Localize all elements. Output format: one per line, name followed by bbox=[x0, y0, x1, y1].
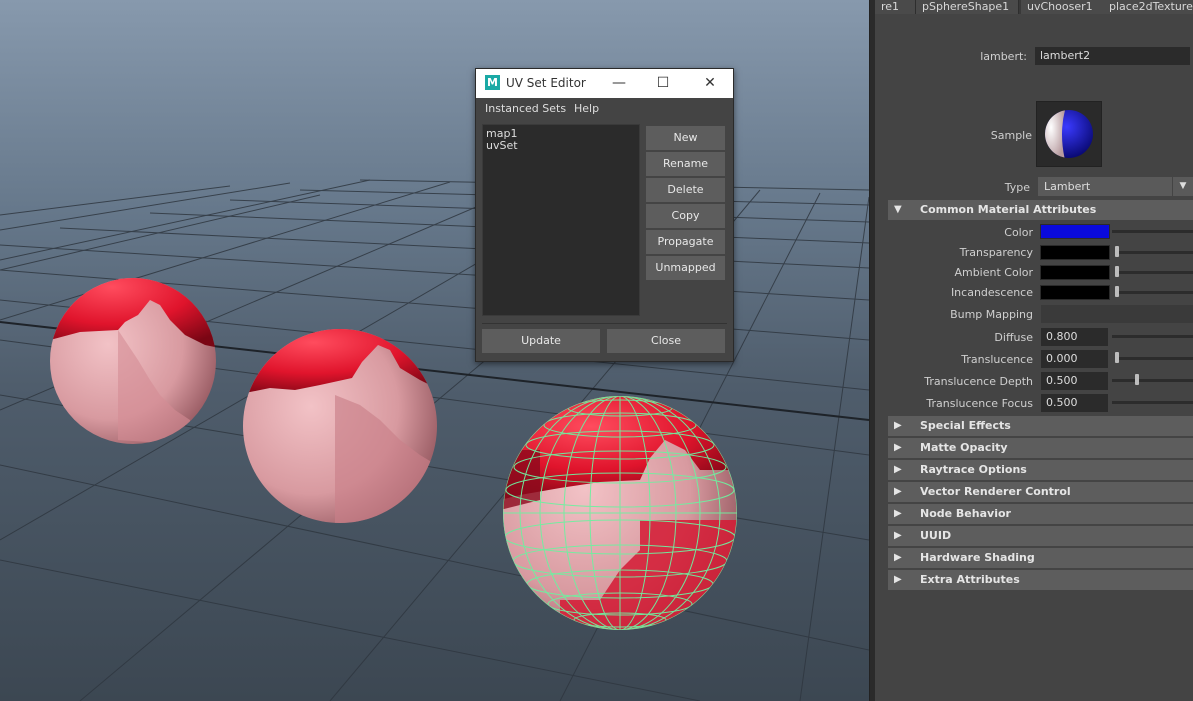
sample-sphere-icon bbox=[1045, 110, 1093, 158]
expanded-arrow-icon: ▼ bbox=[894, 204, 902, 215]
translucence-focus-field[interactable]: 0.500 bbox=[1041, 394, 1108, 412]
incandescence-swatch[interactable] bbox=[1040, 285, 1110, 300]
translucence-depth-field[interactable]: 0.500 bbox=[1041, 372, 1108, 390]
unmapped-button[interactable]: Unmapped bbox=[646, 256, 725, 280]
section-title: Matte Opacity bbox=[920, 441, 1008, 454]
diffuse-field[interactable]: 0.800 bbox=[1041, 328, 1108, 346]
maya-logo-icon: M bbox=[485, 75, 500, 90]
collapsed-arrow-icon: ▶ bbox=[894, 442, 902, 453]
section-title: Extra Attributes bbox=[920, 573, 1020, 586]
type-dropdown-value: Lambert bbox=[1044, 180, 1091, 193]
color-slider[interactable] bbox=[1112, 230, 1193, 233]
bump-mapping-label: Bump Mapping bbox=[950, 308, 1033, 321]
sample-label: Sample bbox=[990, 129, 1032, 142]
new-button[interactable]: New bbox=[646, 126, 725, 150]
minimize-icon[interactable]: — bbox=[604, 69, 634, 98]
diffuse-slider[interactable] bbox=[1112, 335, 1193, 338]
delete-button[interactable]: Delete bbox=[646, 178, 725, 202]
section-title: Special Effects bbox=[920, 419, 1011, 432]
update-button[interactable]: Update bbox=[482, 329, 600, 353]
attribute-editor: re1 pSphereShape1 uvChooser1 place2dText… bbox=[875, 0, 1193, 701]
viewport-scene bbox=[0, 179, 869, 701]
transparency-label: Transparency bbox=[959, 246, 1033, 259]
translucence-depth-slider[interactable] bbox=[1112, 379, 1193, 382]
incandescence-slider-knob[interactable] bbox=[1115, 286, 1119, 297]
tab-re1[interactable]: re1 bbox=[875, 0, 916, 14]
diffuse-label: Diffuse bbox=[994, 331, 1033, 344]
transparency-slider-knob[interactable] bbox=[1115, 246, 1119, 257]
transparency-swatch[interactable] bbox=[1040, 245, 1110, 260]
section-node-behavior[interactable]: ▶ Node Behavior bbox=[888, 504, 1193, 524]
menu-instanced-sets[interactable]: Instanced Sets bbox=[485, 98, 566, 120]
type-dropdown[interactable]: Lambert ▼ bbox=[1038, 177, 1193, 196]
window-title: UV Set Editor bbox=[506, 76, 586, 90]
collapsed-arrow-icon: ▶ bbox=[894, 508, 902, 519]
section-hardware-shading[interactable]: ▶ Hardware Shading bbox=[888, 548, 1193, 568]
maximize-icon[interactable]: ☐ bbox=[648, 69, 678, 98]
section-title: Vector Renderer Control bbox=[920, 485, 1071, 498]
lambert-name-field[interactable]: lambert2 bbox=[1035, 47, 1190, 65]
lambert-label: lambert: bbox=[980, 50, 1027, 63]
uv-set-editor-window: M UV Set Editor — ☐ ✕ Instanced Sets Hel… bbox=[475, 68, 734, 362]
translucence-label: Translucence bbox=[961, 353, 1033, 366]
collapsed-arrow-icon: ▶ bbox=[894, 464, 902, 475]
translucence-focus-label: Translucence Focus bbox=[926, 397, 1033, 410]
ambient-color-label: Ambient Color bbox=[954, 266, 1033, 279]
translucence-focus-slider[interactable] bbox=[1112, 401, 1193, 404]
propagate-button[interactable]: Propagate bbox=[646, 230, 725, 254]
tab-place2dtexture[interactable]: place2dTexture bbox=[1103, 0, 1193, 14]
section-uuid[interactable]: ▶ UUID bbox=[888, 526, 1193, 546]
section-title: UUID bbox=[920, 529, 952, 542]
node-tabs: re1 pSphereShape1 uvChooser1 place2dText… bbox=[875, 0, 1193, 14]
3d-viewport[interactable]: M UV Set Editor — ☐ ✕ Instanced Sets Hel… bbox=[0, 0, 869, 701]
close-button[interactable]: Close bbox=[607, 329, 725, 353]
section-title: Common Material Attributes bbox=[920, 203, 1097, 216]
type-label: Type bbox=[1004, 181, 1030, 194]
collapsed-arrow-icon: ▶ bbox=[894, 530, 902, 541]
copy-button[interactable]: Copy bbox=[646, 204, 725, 228]
uv-set-list[interactable]: map1 uvSet bbox=[482, 124, 640, 316]
translucence-slider[interactable] bbox=[1115, 357, 1193, 360]
divider bbox=[482, 323, 727, 324]
material-sample-swatch bbox=[1036, 101, 1102, 167]
sphere-3-selected bbox=[503, 396, 737, 630]
uv-editor-titlebar[interactable]: M UV Set Editor — ☐ ✕ bbox=[476, 69, 733, 98]
uv-editor-menubar: Instanced Sets Help bbox=[476, 98, 733, 120]
translucence-field[interactable]: 0.000 bbox=[1041, 350, 1108, 368]
ambient-color-slider[interactable] bbox=[1115, 271, 1193, 274]
incandescence-label: Incandescence bbox=[950, 286, 1033, 299]
ambient-color-swatch[interactable] bbox=[1040, 265, 1110, 280]
chevron-down-icon: ▼ bbox=[1172, 177, 1193, 196]
section-common-material-attributes[interactable]: ▼ Common Material Attributes bbox=[888, 200, 1193, 220]
transparency-slider[interactable] bbox=[1115, 251, 1193, 254]
translucence-depth-label: Translucence Depth bbox=[924, 375, 1033, 388]
incandescence-slider[interactable] bbox=[1115, 291, 1193, 294]
collapsed-arrow-icon: ▶ bbox=[894, 574, 902, 585]
section-matte-opacity[interactable]: ▶ Matte Opacity bbox=[888, 438, 1193, 458]
translucence-slider-knob[interactable] bbox=[1115, 352, 1119, 363]
sphere-1 bbox=[50, 278, 216, 444]
menu-help[interactable]: Help bbox=[574, 98, 599, 120]
bump-mapping-field[interactable] bbox=[1041, 305, 1193, 323]
tab-uvchooser1[interactable]: uvChooser1 bbox=[1021, 0, 1104, 14]
uv-set-item[interactable]: uvSet bbox=[486, 140, 518, 152]
section-title: Node Behavior bbox=[920, 507, 1011, 520]
close-icon[interactable]: ✕ bbox=[695, 69, 725, 98]
translucence-depth-slider-knob[interactable] bbox=[1135, 374, 1139, 385]
tab-psphereshape1[interactable]: pSphereShape1 bbox=[916, 0, 1019, 14]
ambient-slider-knob[interactable] bbox=[1115, 266, 1119, 277]
section-special-effects[interactable]: ▶ Special Effects bbox=[888, 416, 1193, 436]
collapsed-arrow-icon: ▶ bbox=[894, 420, 902, 431]
section-title: Hardware Shading bbox=[920, 551, 1035, 564]
color-swatch[interactable] bbox=[1040, 224, 1110, 239]
section-vector-renderer-control[interactable]: ▶ Vector Renderer Control bbox=[888, 482, 1193, 502]
collapsed-arrow-icon: ▶ bbox=[894, 552, 902, 563]
rename-button[interactable]: Rename bbox=[646, 152, 725, 176]
section-extra-attributes[interactable]: ▶ Extra Attributes bbox=[888, 570, 1193, 590]
section-title: Raytrace Options bbox=[920, 463, 1027, 476]
color-label: Color bbox=[1004, 226, 1033, 239]
collapsed-arrow-icon: ▶ bbox=[894, 486, 902, 497]
section-raytrace-options[interactable]: ▶ Raytrace Options bbox=[888, 460, 1193, 480]
